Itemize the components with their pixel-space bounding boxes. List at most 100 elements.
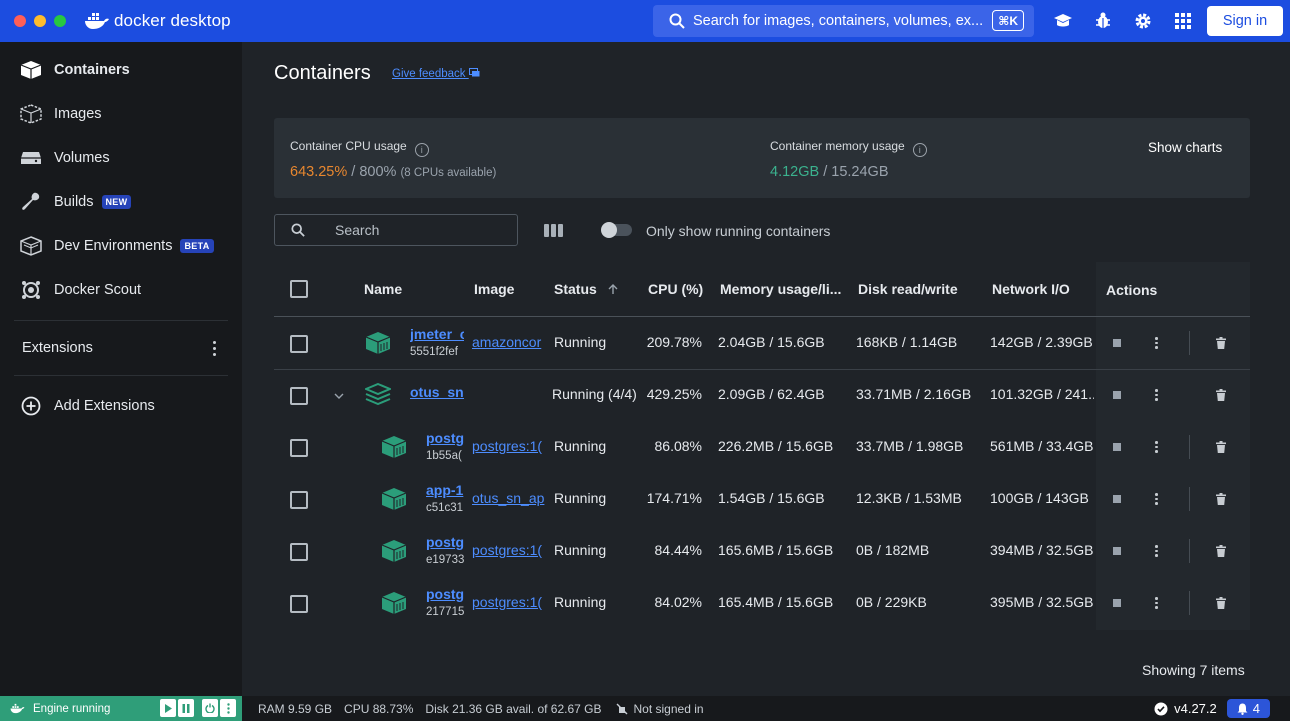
container-icon xyxy=(381,539,407,566)
columns-icon[interactable] xyxy=(544,224,563,237)
sidebar-item-dev-environments[interactable]: Dev Environments BETA xyxy=(0,224,242,268)
info-icon[interactable]: i xyxy=(414,143,429,157)
sidebar-item-docker-scout[interactable]: Docker Scout xyxy=(0,268,242,312)
extensions-menu-icon[interactable] xyxy=(213,340,216,356)
engine-pause-icon[interactable] xyxy=(178,699,194,717)
header-status[interactable]: Status xyxy=(554,281,619,297)
window-controls xyxy=(14,15,66,27)
delete-trash-icon[interactable] xyxy=(1216,493,1226,505)
more-actions-icon[interactable] xyxy=(1155,597,1158,609)
give-feedback-link[interactable]: Give feedback xyxy=(392,68,480,80)
row-checkbox[interactable] xyxy=(290,491,308,509)
stop-icon[interactable] xyxy=(1113,443,1121,451)
sidebar-item-images[interactable]: Images xyxy=(0,92,242,136)
version-info[interactable]: v4.27.2 xyxy=(1154,701,1217,716)
status-cell: Running xyxy=(554,594,607,610)
learning-center-icon[interactable] xyxy=(1052,10,1074,32)
row-checkbox[interactable] xyxy=(290,543,308,561)
header-memory[interactable]: Memory usage/li... xyxy=(720,281,841,297)
sidebar-item-volumes[interactable]: Volumes xyxy=(0,136,242,180)
extensions-header: Extensions xyxy=(0,329,242,367)
stop-icon[interactable] xyxy=(1113,547,1121,555)
memory-cell: 165.6MB / 15.6GB xyxy=(718,542,834,558)
container-name-link[interactable]: jmeter_c xyxy=(410,326,464,342)
more-actions-icon[interactable] xyxy=(1155,493,1158,505)
maximize-window-button[interactable] xyxy=(54,15,66,27)
stop-icon[interactable] xyxy=(1113,495,1121,503)
container-id: 1b55a( xyxy=(426,450,462,462)
global-search-input[interactable]: Search for images, containers, volumes, … xyxy=(653,5,1034,37)
row-checkbox[interactable] xyxy=(290,335,308,353)
image-link[interactable]: otus_sn_ap xyxy=(472,490,546,506)
check-circle-icon xyxy=(1154,702,1168,715)
more-actions-icon[interactable] xyxy=(1155,337,1158,349)
sort-ascending-icon xyxy=(608,284,618,294)
cpu-usage-value: 643.25% / 800% (8 CPUs available) xyxy=(290,164,497,180)
image-link[interactable]: postgres:1( xyxy=(472,438,546,454)
more-actions-icon[interactable] xyxy=(1155,545,1158,557)
usage-stats-panel: Container CPU usage i 643.25% / 800% (8 C… xyxy=(274,118,1250,198)
actions-divider xyxy=(1189,331,1190,355)
table-row[interactable]: jmeter_c 5551f2fef amazoncor Running 209.78%… xyxy=(274,318,1250,370)
table-group-row[interactable]: otus_sn_ Running (4/4) 429.25% 2.09GB / 62.… xyxy=(274,370,1250,422)
show-charts-button[interactable]: Show charts xyxy=(1148,140,1222,155)
container-name-link[interactable]: postgr xyxy=(426,430,464,446)
container-name-link[interactable]: postgr xyxy=(426,586,464,602)
image-link[interactable]: postgres:1( xyxy=(472,594,546,610)
engine-menu-icon[interactable] xyxy=(220,699,236,717)
more-actions-icon[interactable] xyxy=(1155,441,1158,453)
containers-icon xyxy=(20,59,42,81)
image-link[interactable]: postgres:1( xyxy=(472,542,546,558)
sidebar-item-builds[interactable]: Builds NEW xyxy=(0,180,242,224)
container-name-link[interactable]: postgr xyxy=(426,534,464,550)
extensions-label: Extensions xyxy=(22,340,93,356)
only-running-toggle[interactable] xyxy=(601,222,632,238)
row-checkbox[interactable] xyxy=(290,595,308,613)
more-actions-icon[interactable] xyxy=(1155,389,1158,401)
header-name[interactable]: Name xyxy=(364,281,402,297)
row-checkbox[interactable] xyxy=(290,439,308,457)
not-signed-in-icon xyxy=(616,703,627,714)
settings-gear-icon[interactable] xyxy=(1132,10,1154,32)
select-all-checkbox[interactable] xyxy=(290,280,308,298)
delete-trash-icon[interactable] xyxy=(1216,545,1226,557)
sidebar-item-label: Volumes xyxy=(54,150,110,166)
stop-icon[interactable] xyxy=(1113,391,1121,399)
sidebar-item-containers[interactable]: Containers xyxy=(0,48,242,92)
header-disk[interactable]: Disk read/write xyxy=(858,281,958,297)
stop-icon[interactable] xyxy=(1113,339,1121,347)
chevron-down-icon[interactable] xyxy=(334,392,344,400)
notifications-button[interactable]: 4 xyxy=(1226,699,1270,718)
container-search-input[interactable]: Search xyxy=(274,214,518,246)
container-name-link[interactable]: otus_sn_ xyxy=(410,384,464,400)
table-row[interactable]: postgr e19733 postgres:1(Running 84.44% 165.… xyxy=(274,526,1250,578)
header-cpu[interactable]: CPU (%) xyxy=(648,281,703,297)
add-extensions-button[interactable]: Add Extensions xyxy=(0,384,242,428)
engine-play-icon[interactable] xyxy=(160,699,176,717)
info-icon[interactable]: i xyxy=(912,143,927,157)
delete-trash-icon[interactable] xyxy=(1216,389,1226,401)
ram-usage: RAM 9.59 GB xyxy=(258,701,333,716)
stop-icon[interactable] xyxy=(1113,599,1121,607)
header-image[interactable]: Image xyxy=(474,281,514,297)
container-name-link[interactable]: app-1 xyxy=(426,482,464,498)
close-window-button[interactable] xyxy=(14,15,26,27)
network-cell: 101.32GB / 241... xyxy=(990,386,1094,402)
image-link[interactable]: amazoncor xyxy=(472,334,546,350)
memory-cell: 1.54GB / 15.6GB xyxy=(718,490,825,506)
delete-trash-icon[interactable] xyxy=(1216,441,1226,453)
troubleshoot-bug-icon[interactable] xyxy=(1092,10,1114,32)
minimize-window-button[interactable] xyxy=(34,15,46,27)
delete-trash-icon[interactable] xyxy=(1216,597,1226,609)
row-checkbox[interactable] xyxy=(290,387,308,405)
delete-trash-icon[interactable] xyxy=(1216,337,1226,349)
table-row[interactable]: postgr 217715 postgres:1(Running 84.02% 165.… xyxy=(274,578,1250,630)
table-row[interactable]: postgr 1b55a(postgres:1(Running 86.08% 226.… xyxy=(274,422,1250,474)
header-network[interactable]: Network I/O xyxy=(992,281,1070,297)
sign-in-button[interactable]: Sign in xyxy=(1207,6,1283,36)
container-id: c51c31 xyxy=(426,502,464,514)
table-row[interactable]: app-1 c51c31 otus_sn_ap Running 174.71% 1.54G… xyxy=(274,474,1250,526)
extensions-grid-icon[interactable] xyxy=(1172,10,1194,32)
engine-power-icon[interactable] xyxy=(202,699,218,717)
search-icon xyxy=(291,223,305,237)
